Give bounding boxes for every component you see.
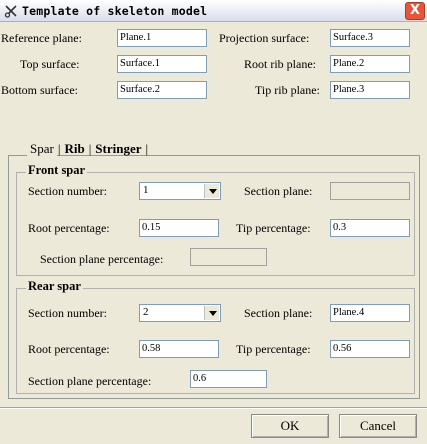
front-root-percentage-label: Root percentage: <box>28 221 110 235</box>
rear-section-plane-label: Section plane: <box>244 306 313 320</box>
front-tip-percentage-label: Tip percentage: <box>236 221 311 235</box>
rear-tip-percentage-label: Tip percentage: <box>236 342 311 356</box>
front-section-plane-label: Section plane: <box>244 184 313 198</box>
bottom-surface-label: Bottom surface: <box>1 83 78 97</box>
front-section-number-select[interactable]: 1 <box>139 182 221 200</box>
cancel-button[interactable]: Cancel <box>339 414 417 438</box>
rear-section-number-select[interactable]: 2 <box>139 304 221 322</box>
window-title: Template of skeleton model <box>22 4 208 18</box>
root-rib-plane-field[interactable]: Plane.2 <box>330 55 410 73</box>
front-tip-percentage-field[interactable]: 0.3 <box>330 219 410 237</box>
skeleton-template-dialog: Template of skeleton model X Reference p… <box>0 0 427 444</box>
reference-plane-field[interactable]: Plane.1 <box>117 29 207 47</box>
rear-tip-percentage-field[interactable]: 0.56 <box>330 340 410 358</box>
rear-spar-title: Rear spar <box>26 279 83 294</box>
tab-strip: Spar | Rib | Stringer | <box>27 141 149 157</box>
tool-scissors-icon <box>4 4 18 18</box>
rear-section-plane-field[interactable]: Plane.4 <box>330 304 410 322</box>
rear-section-number-value: 2 <box>143 306 149 318</box>
front-section-plane-percentage-field <box>190 248 267 266</box>
projection-surface-label: Projection surface: <box>219 31 310 45</box>
chevron-down-icon[interactable] <box>204 306 219 320</box>
close-button[interactable]: X <box>405 2 425 20</box>
tab-stringer[interactable]: Stringer <box>92 141 144 157</box>
bottom-divider <box>0 407 427 409</box>
front-section-plane-field <box>330 182 410 200</box>
front-section-number-value: 1 <box>143 184 149 196</box>
ok-button[interactable]: OK <box>251 414 329 438</box>
reference-plane-label: Reference plane: <box>1 31 82 45</box>
rear-section-plane-percentage-field[interactable]: 0.6 <box>190 370 267 388</box>
bottom-surface-field[interactable]: Surface.2 <box>117 81 207 99</box>
tab-spar[interactable]: Spar <box>27 141 57 157</box>
title-bar[interactable]: Template of skeleton model X <box>0 0 427 22</box>
front-root-percentage-field[interactable]: 0.15 <box>139 219 219 237</box>
projection-surface-field[interactable]: Surface.3 <box>330 29 410 47</box>
rear-root-percentage-label: Root percentage: <box>28 342 110 356</box>
top-surface-label: Top surface: <box>20 57 80 71</box>
tip-rib-plane-label: Tip rib plane: <box>255 83 320 97</box>
chevron-down-icon[interactable] <box>204 184 219 198</box>
rear-root-percentage-field[interactable]: 0.58 <box>139 340 219 358</box>
close-icon: X <box>409 3 421 18</box>
tab-rib[interactable]: Rib <box>61 141 87 157</box>
root-rib-plane-label: Root rib plane: <box>244 57 316 71</box>
tab-separator: | <box>145 141 149 156</box>
tip-rib-plane-field[interactable]: Plane.3 <box>330 81 410 99</box>
top-surface-field[interactable]: Surface.1 <box>117 55 207 73</box>
front-spar-title: Front spar <box>26 163 88 178</box>
rear-section-plane-percentage-label: Section plane percentage: <box>28 374 152 388</box>
rear-section-number-label: Section number: <box>28 306 107 320</box>
front-section-plane-percentage-label: Section plane percentage: <box>40 252 164 266</box>
front-section-number-label: Section number: <box>28 184 107 198</box>
